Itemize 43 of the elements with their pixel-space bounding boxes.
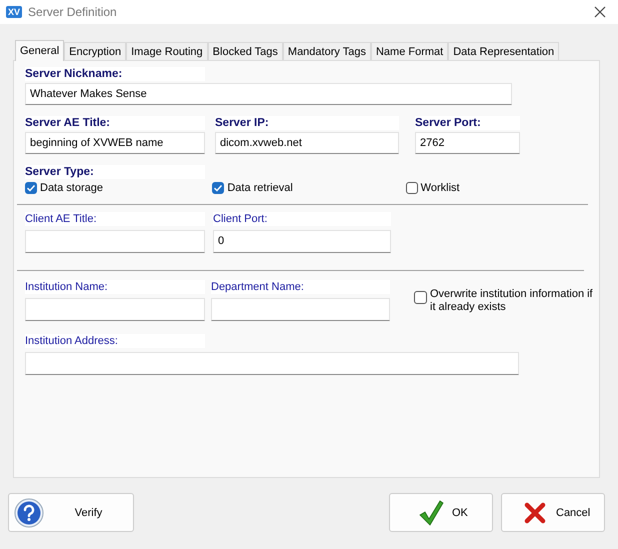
field-label: Client AE Title:: [25, 212, 205, 226]
input-field[interactable]: 2762: [415, 132, 520, 154]
input-field[interactable]: Whatever Makes Sense: [25, 83, 512, 105]
checkbox[interactable]: [406, 182, 418, 194]
checkbox-label: Data storage: [40, 182, 103, 194]
app-logo: XV: [6, 6, 22, 18]
checkbox-label: Data retrieval: [227, 182, 293, 194]
input-field[interactable]: [211, 298, 390, 321]
checkbox[interactable]: [212, 182, 224, 194]
tab[interactable]: Data Representation: [448, 42, 560, 60]
input-field[interactable]: dicom.xvweb.net: [215, 132, 399, 154]
field-label: Server IP:: [215, 116, 399, 130]
field-label: Department Name:: [211, 280, 390, 294]
help-icon: [14, 498, 44, 528]
checkbox-label: Overwrite institution information if it already exists: [430, 288, 594, 314]
window-title: Server Definition: [28, 5, 118, 19]
ok-button[interactable]: OK: [389, 493, 493, 532]
checkmark-icon: [418, 498, 444, 526]
cross-icon: [524, 502, 546, 524]
tab[interactable]: Blocked Tags: [208, 42, 283, 60]
checkbox[interactable]: [25, 182, 37, 194]
input-field[interactable]: 0: [213, 230, 391, 253]
checkbox-label: Worklist: [420, 182, 460, 194]
field-label: Server Nickname:: [25, 67, 205, 81]
tab[interactable]: Mandatory Tags: [282, 42, 371, 60]
field-label: Server Port:: [415, 116, 520, 130]
close-icon[interactable]: [594, 6, 606, 18]
field-label: Institution Name:: [25, 280, 205, 294]
verify-button[interactable]: Verify: [8, 493, 134, 532]
field-label: Server Type:: [25, 165, 205, 179]
input-field[interactable]: [25, 298, 205, 321]
tab[interactable]: Image Routing: [126, 42, 208, 60]
input-field[interactable]: [25, 352, 519, 375]
field-label: Server AE Title:: [25, 116, 205, 130]
input-field[interactable]: [25, 230, 205, 253]
checkbox[interactable]: [414, 291, 427, 304]
tab[interactable]: Encryption: [64, 42, 126, 60]
cancel-button[interactable]: Cancel: [501, 493, 605, 532]
tab[interactable]: Name Format: [370, 42, 448, 60]
tab[interactable]: General: [15, 40, 64, 61]
field-label: Institution Address:: [25, 334, 205, 348]
field-label: Client Port:: [213, 212, 391, 226]
input-field[interactable]: beginning of XVWEB name: [25, 132, 205, 154]
